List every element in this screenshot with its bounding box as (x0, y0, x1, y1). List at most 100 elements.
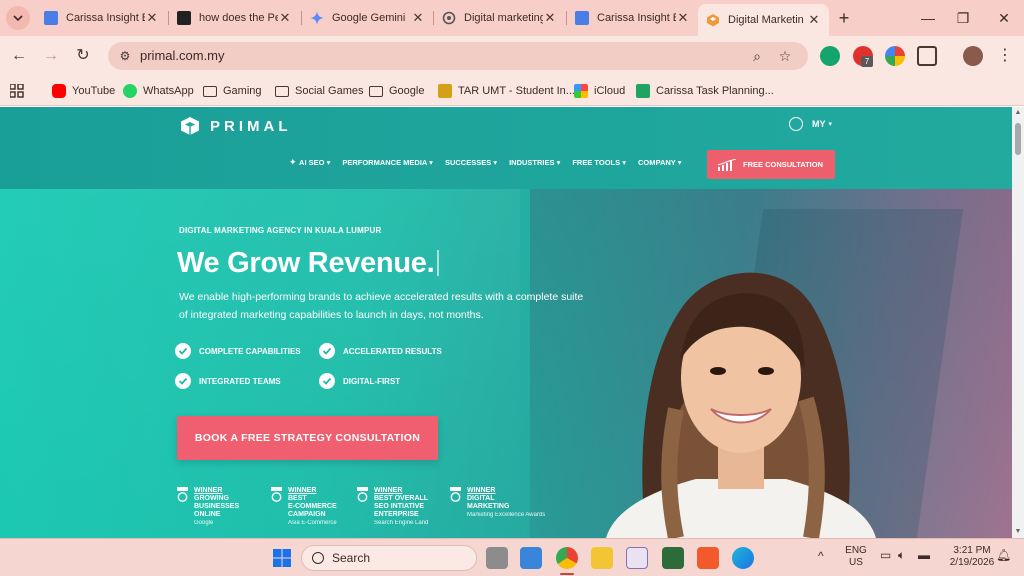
scroll-down-icon[interactable]: ▼ (1014, 528, 1022, 536)
file-explorer-icon[interactable] (591, 547, 613, 569)
minimize-button[interactable]: — (918, 8, 938, 28)
primal-logo[interactable]: PRIMAL (180, 115, 292, 137)
nav-label: INDUSTRIES (509, 158, 555, 167)
free-consultation-button[interactable]: FREE CONSULTATION (707, 150, 835, 179)
brave-icon[interactable] (697, 547, 719, 569)
apps-grid-icon[interactable] (10, 82, 24, 100)
bookmark-folder-social-games[interactable]: Social Games (275, 82, 363, 100)
restore-button[interactable]: ❐ (953, 8, 973, 28)
tab-1[interactable]: how does the Pe ✕ (169, 4, 300, 32)
clock[interactable]: 3:21 PM 2/19/2026 (943, 545, 1001, 569)
tab-0[interactable]: Carissa Insight B ✕ (36, 4, 167, 32)
extensions-puzzle-icon[interactable] (917, 46, 937, 66)
bookmark-folder-gaming[interactable]: Gaming (203, 82, 262, 100)
scroll-up-icon[interactable]: ▲ (1014, 109, 1022, 117)
search-icon (312, 552, 324, 564)
task-view-icon[interactable] (486, 547, 508, 569)
nav-successes[interactable]: SUCCESSES ▾ (445, 158, 497, 167)
nav-performance-media[interactable]: PERFORMANCE MEDIA ▾ (342, 158, 433, 167)
minecraft-launcher-icon[interactable] (662, 547, 684, 569)
main-nav: ✦ AI SEO ▾ PERFORMANCE MEDIA ▾ SUCCESSES… (289, 157, 694, 168)
forward-button[interactable]: → (40, 45, 62, 67)
battery-icon[interactable]: ▬ (918, 549, 930, 561)
bookmarks-bar: YouTube WhatsApp Gaming Social Games Goo… (0, 76, 1024, 106)
docs-icon (44, 11, 58, 25)
page-scrollbar[interactable]: ▲ ▼ (1012, 107, 1024, 538)
show-hidden-icons-chevron-icon[interactable]: ^ (818, 550, 824, 562)
nav-label: COMPANY (638, 158, 676, 167)
bookmark-tarumt[interactable]: TAR UMT - Student In... (438, 82, 575, 100)
nav-label: FREE TOOLS (572, 158, 621, 167)
close-icon[interactable]: ✕ (676, 10, 690, 26)
bookmark-star-icon[interactable]: ☆ (776, 47, 794, 65)
site-info-icon[interactable]: ⚙ (116, 47, 134, 65)
caret-down-icon: ▾ (828, 121, 833, 128)
tab-title: Carissa Insight B (66, 12, 145, 24)
award-medal-icon (450, 487, 461, 502)
volume-icon[interactable]: 🔈︎ (898, 549, 905, 561)
microsoft-store-icon[interactable] (520, 547, 542, 569)
taskbar-search-box[interactable]: Search (301, 545, 477, 571)
close-icon[interactable]: ✕ (145, 10, 159, 26)
nav-industries[interactable]: INDUSTRIES ▾ (509, 158, 560, 167)
search-label: Search (332, 551, 371, 565)
language-indicator[interactable]: ENG US (845, 545, 867, 569)
book-consultation-button[interactable]: BOOK A FREE STRATEGY CONSULTATION (177, 416, 438, 460)
windows-start-icon[interactable] (271, 547, 293, 569)
award-item: WINNER BEST OVERALL SEO INTIATIVE ENTERP… (357, 487, 428, 528)
locale-label: MY (812, 119, 826, 129)
tab-2[interactable]: Google Gemini ✕ (302, 4, 433, 32)
zoom-icon[interactable]: ⌕ (748, 47, 766, 65)
kebab-menu-icon[interactable]: ⋮ (994, 45, 1016, 67)
bookmark-whatsapp[interactable]: WhatsApp (123, 82, 194, 100)
back-button[interactable]: ← (8, 45, 30, 67)
sparkle-icon: ✦ (289, 157, 300, 167)
locale-selector[interactable]: MY ▾ (789, 117, 832, 131)
bookmark-youtube[interactable]: YouTube (52, 82, 115, 100)
bookmark-icloud[interactable]: iCloud (574, 82, 625, 100)
tab-4[interactable]: Carissa Insight B ✕ (567, 4, 698, 32)
chatgpt-icon (442, 11, 456, 25)
tab-search-button[interactable] (6, 6, 30, 30)
reload-button[interactable]: ↻ (72, 45, 94, 67)
nav-ai-seo[interactable]: ✦ AI SEO ▾ (289, 157, 330, 168)
nav-free-tools[interactable]: FREE TOOLS ▾ (572, 158, 626, 167)
bookmark-label: Google (389, 85, 425, 97)
award-winner: WINNER (288, 487, 317, 494)
bookmark-folder-google[interactable]: Google (369, 82, 424, 100)
tab-title: Carissa Insight B (597, 12, 676, 24)
globe-icon (789, 117, 803, 131)
subcopy-line: of integrated marketing capabilities to … (179, 309, 484, 321)
edge-icon[interactable] (732, 547, 754, 569)
close-icon[interactable]: ✕ (807, 12, 821, 28)
notification-bell-icon[interactable]: 🔔︎ (996, 549, 1011, 561)
award-winner: WINNER (374, 487, 403, 494)
award-title: BEST OVERALL (374, 495, 429, 502)
bookmark-label: Social Games (295, 85, 364, 97)
nav-company[interactable]: COMPANY ▾ (638, 158, 682, 167)
bookmark-carissa-task[interactable]: Carissa Task Planning... (636, 82, 774, 100)
award-title: BEST (288, 495, 307, 502)
url-text[interactable]: primal.com.my (140, 48, 225, 63)
brand-wordmark: PRIMAL (210, 117, 292, 135)
tab-3[interactable]: Digital marketing ✕ (434, 4, 565, 32)
tab-title: Google Gemini (332, 12, 406, 24)
network-icon[interactable]: ▭ (880, 549, 891, 561)
close-window-button[interactable]: ✕ (994, 8, 1014, 28)
chrome-icon[interactable] (556, 547, 578, 569)
docs-icon (575, 11, 589, 25)
close-icon[interactable]: ✕ (543, 10, 557, 26)
tab-5-active[interactable]: Digital Marketin ✕ (698, 4, 829, 36)
award-title: SEO INTIATIVE (374, 503, 425, 510)
icloud-icon (574, 84, 588, 98)
close-icon[interactable]: ✕ (278, 10, 292, 26)
check-circle-icon (319, 343, 335, 359)
address-bar[interactable]: ⚙ primal.com.my ⌕ ☆ (108, 42, 808, 70)
new-tab-button[interactable]: + (834, 8, 854, 28)
close-icon[interactable]: ✕ (411, 10, 425, 26)
grammarly-icon[interactable] (820, 46, 840, 66)
scrollbar-thumb[interactable] (1015, 123, 1021, 155)
snipping-tool-icon[interactable] (626, 547, 648, 569)
profile-avatar[interactable] (963, 46, 983, 66)
google-lens-icon[interactable] (885, 46, 905, 66)
